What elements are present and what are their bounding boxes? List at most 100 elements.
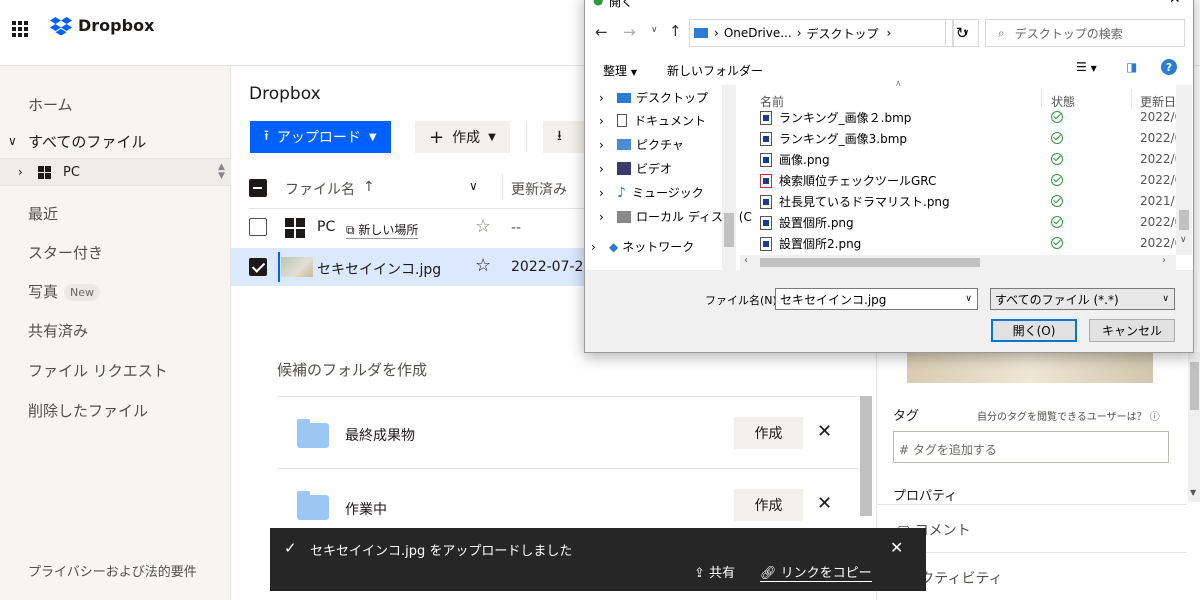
- file-row[interactable]: 設置個所.png: [760, 212, 854, 233]
- panel-scrollbar[interactable]: ▼: [1188, 352, 1200, 502]
- nav-item-videos[interactable]: › ビデオ: [599, 160, 672, 177]
- copy-link-label: リンクをコピー: [780, 566, 872, 581]
- file-row[interactable]: ランキング_画像２.bmp: [760, 107, 911, 128]
- properties-heading[interactable]: プロパティ: [893, 485, 957, 504]
- row-checkbox[interactable]: [249, 258, 267, 276]
- create-folder-button[interactable]: 作成: [734, 489, 803, 521]
- nav-item-documents[interactable]: › ドキュメント: [599, 112, 706, 129]
- column-header-date[interactable]: 更新日: [1140, 93, 1176, 110]
- synced-icon: [1051, 195, 1063, 207]
- file-row[interactable]: 検索順位チェックツールGRC: [760, 170, 936, 191]
- search-box[interactable]: ⌕ デスクトップの検索: [985, 19, 1185, 47]
- toolbar-divider: [526, 122, 527, 152]
- file-row[interactable]: 画像.png: [760, 149, 830, 170]
- file-icon: [760, 194, 772, 209]
- disk-icon: [617, 210, 631, 223]
- nav-item-desktop[interactable]: › デスクトップ: [599, 89, 708, 106]
- filename-label: ファイル名(N):: [705, 294, 781, 307]
- up-arrow-icon[interactable]: ↑: [669, 22, 682, 40]
- tag-help-link[interactable]: 自分のタグを閲覧できるユーザーは？ ⓘ: [977, 408, 1160, 423]
- nav-scrollbar[interactable]: [722, 85, 736, 270]
- chrome-icon: ●: [593, 0, 604, 7]
- copy-link-button[interactable]: 🔗︎ リンクをコピー: [760, 562, 872, 582]
- sidebar-item-deleted[interactable]: 削除したファイル: [28, 400, 148, 421]
- videos-icon: [617, 162, 631, 175]
- column-header-status[interactable]: 状態: [1051, 93, 1075, 110]
- privacy-link[interactable]: プライバシーおよび法的要件: [28, 564, 208, 582]
- sidebar-item-recent[interactable]: 最近: [28, 203, 58, 224]
- row-checkbox[interactable]: [249, 218, 267, 236]
- sidebar-item-pc[interactable]: › PC ▲ ▼: [0, 158, 231, 186]
- row-name[interactable]: セキセイインコ.jpg: [317, 259, 441, 279]
- tag-input[interactable]: # タグを追加する: [893, 431, 1169, 463]
- chevron-down-icon[interactable]: ∨: [469, 179, 478, 193]
- dropdown-icon[interactable]: ∨: [1162, 294, 1169, 304]
- create-button[interactable]: + 作成 ▼: [415, 121, 510, 153]
- new-folder-button[interactable]: 新しいフォルダー: [667, 62, 763, 79]
- sidebar-item-all-files[interactable]: ∨ すべてのファイル: [0, 130, 231, 152]
- close-icon[interactable]: ✕: [890, 538, 903, 557]
- dropbox-logo[interactable]: Dropbox: [50, 16, 154, 35]
- file-row[interactable]: 社長見ているドラマリスト.png: [760, 191, 950, 212]
- dropdown-icon[interactable]: ∨: [965, 294, 972, 304]
- back-arrow-icon[interactable]: ←: [595, 23, 608, 41]
- sidebar-item-file-requests[interactable]: ファイル リクエスト: [28, 360, 168, 381]
- file-list-scrollbar-v[interactable]: ∨: [1176, 85, 1192, 255]
- help-icon[interactable]: ?: [1161, 59, 1177, 75]
- close-icon[interactable]: ✕: [817, 421, 832, 442]
- address-bar[interactable]: › OneDrive... › デスクトップ ›: [689, 19, 953, 47]
- organize-menu[interactable]: 整理 ▼: [603, 62, 637, 79]
- close-icon[interactable]: ✕: [817, 493, 832, 514]
- sidebar-item-shared[interactable]: 共有済み: [28, 320, 88, 341]
- scroll-arrows-icon[interactable]: ▲ ▼: [218, 163, 225, 181]
- file-list-scrollbar-h[interactable]: ‹ ›: [740, 255, 1176, 270]
- forward-arrow-icon[interactable]: →: [623, 23, 636, 41]
- column-divider: [502, 174, 503, 200]
- share-button[interactable]: ⇪ 共有: [694, 562, 735, 581]
- file-row[interactable]: 設置個所2.png: [760, 233, 861, 254]
- dialog-title: 開く: [609, 0, 634, 9]
- nav-item-pictures[interactable]: › ピクチャ: [599, 136, 684, 153]
- refresh-button[interactable]: ↻: [945, 19, 979, 47]
- file-row[interactable]: ランキング_画像3.bmp: [760, 128, 907, 149]
- nav-item-music[interactable]: › ♪ ミュージック: [599, 184, 704, 201]
- sidebar-item-home[interactable]: ホーム: [28, 94, 73, 115]
- view-options-icon[interactable]: ☰ ▼: [1076, 60, 1097, 74]
- chevron-right-icon[interactable]: ›: [18, 165, 38, 179]
- page-title: Dropbox: [249, 84, 321, 104]
- tag-help-text: 自分のタグを閲覧できるユーザーは？: [977, 412, 1147, 423]
- select-all-checkbox[interactable]: [249, 179, 267, 197]
- windows-icon: [285, 218, 305, 238]
- chevron-down-icon[interactable]: ∨: [8, 134, 28, 148]
- column-header-name[interactable]: ファイル名 ↑: [285, 179, 375, 199]
- cancel-button[interactable]: キャンセル: [1089, 319, 1175, 342]
- star-icon[interactable]: ☆: [475, 216, 491, 237]
- row-name[interactable]: PC: [317, 219, 335, 235]
- nav-label: ミュージック: [631, 186, 704, 200]
- open-button[interactable]: 開く(O): [991, 319, 1077, 342]
- star-icon[interactable]: ☆: [475, 255, 491, 276]
- sidebar-item-starred[interactable]: スター付き: [28, 242, 103, 263]
- path-segment[interactable]: デスクトップ: [807, 25, 879, 42]
- tag-label: タグ: [893, 409, 920, 424]
- recent-dropdown-icon[interactable]: ∨: [651, 25, 658, 35]
- create-folder-button[interactable]: 作成: [734, 417, 803, 449]
- chevron-right-icon: ›: [599, 113, 604, 128]
- filename-input[interactable]: セキセイインコ.jpg ∨: [775, 288, 978, 310]
- app-grid-icon[interactable]: [12, 21, 28, 37]
- scrollbar[interactable]: [860, 396, 872, 516]
- chevron-right-icon: ›: [591, 239, 596, 254]
- upload-button[interactable]: ⭱ アップロード ▼: [250, 121, 391, 153]
- chevron-down-icon: ▼: [488, 131, 496, 143]
- nav-item-network[interactable]: › ◆ ネットワーク: [591, 238, 694, 255]
- close-icon[interactable]: ✕: [1169, 0, 1181, 7]
- preview-pane-icon[interactable]: ◨: [1126, 60, 1137, 74]
- column-header-modified[interactable]: 更新済み: [511, 179, 567, 199]
- filetype-select[interactable]: すべてのファイル (*.*) ∨: [990, 288, 1175, 310]
- path-segment[interactable]: OneDrive...: [724, 26, 792, 40]
- file-icon: [760, 110, 772, 125]
- sidebar-item-photos[interactable]: 写真 New: [28, 281, 101, 302]
- nav-label: ドキュメント: [634, 114, 707, 128]
- new-location-link[interactable]: ⧉ 新しい場所: [346, 221, 419, 239]
- music-icon: ♪: [617, 184, 626, 201]
